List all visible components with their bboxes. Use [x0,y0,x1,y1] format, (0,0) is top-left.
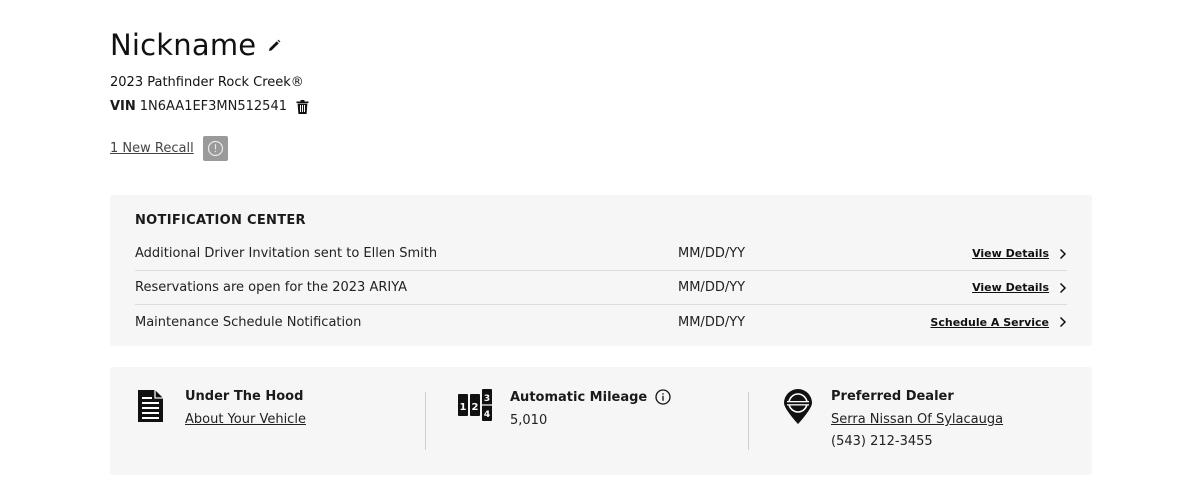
vehicle-info-cards: Under The Hood About Your Vehicle 1 2 3 … [110,367,1092,475]
notification-action[interactable]: View Details [878,281,1067,294]
under-the-hood-card: Under The Hood About Your Vehicle [137,389,306,427]
dealer-name-link[interactable]: Serra Nissan Of Sylacauga [831,412,1003,427]
notification-action[interactable]: Schedule A Service [878,316,1067,329]
dealer-phone: (543) 212-3455 [831,434,933,449]
recall-row: 1 New Recall [110,136,228,161]
view-details-link[interactable]: View Details [972,247,1049,260]
schedule-service-link[interactable]: Schedule A Service [930,316,1049,329]
vin-row: VIN 1N6AA1EF3MN512541 [110,99,309,114]
odometer-digit: 4 [484,410,490,420]
preferred-dealer-text: Preferred Dealer Serra Nissan Of Sylacau… [831,389,1003,449]
preferred-dealer-title: Preferred Dealer [831,389,954,404]
vehicle-model: 2023 Pathfinder Rock Creek® [110,75,304,90]
notification-action[interactable]: View Details [878,247,1067,260]
notification-row: Maintenance Schedule Notification MM/DD/… [135,305,1067,339]
alert-circle-icon[interactable] [202,136,228,161]
chevron-right-icon[interactable] [1059,282,1067,294]
location-pin-icon [783,389,815,425]
vin-value: 1N6AA1EF3MN512541 [139,99,287,114]
vin-label: VIN [110,99,136,114]
recall-link[interactable]: 1 New Recall [110,141,194,156]
notification-date: MM/DD/YY [678,314,746,330]
automatic-mileage-text: Automatic Mileage 5,010 [510,389,671,428]
under-the-hood-text: Under The Hood About Your Vehicle [185,389,306,427]
chevron-right-icon[interactable] [1059,316,1067,328]
notification-date: MM/DD/YY [678,280,746,295]
preferred-dealer-card: Preferred Dealer Serra Nissan Of Sylacau… [783,389,1003,449]
notification-text: Reservations are open for the 2023 ARIYA [135,280,408,295]
automatic-mileage-title-row: Automatic Mileage [510,389,671,405]
document-icon [137,389,169,425]
pencil-icon[interactable] [266,38,282,54]
notification-date: MM/DD/YY [678,246,746,261]
vehicle-nickname: Nickname [110,28,257,62]
automatic-mileage-title: Automatic Mileage [510,389,648,405]
notification-row: Reservations are open for the 2023 ARIYA… [135,271,1067,305]
title-row: Nickname [110,28,309,62]
notification-center-title: NOTIFICATION CENTER [135,213,306,228]
odometer-digit: 3 [484,394,490,404]
odometer-icon: 1 2 3 4 [458,389,494,425]
card-divider [425,392,426,450]
chevron-right-icon[interactable] [1059,248,1067,260]
notification-center: NOTIFICATION CENTER Additional Driver In… [110,195,1092,346]
notification-text: Additional Driver Invitation sent to Ell… [135,246,438,261]
under-the-hood-title: Under The Hood [185,389,304,404]
automatic-mileage-card: 1 2 3 4 Automatic Mileage 5,010 [458,389,671,428]
about-vehicle-link[interactable]: About Your Vehicle [185,412,306,427]
view-details-link[interactable]: View Details [972,281,1049,294]
notification-row: Additional Driver Invitation sent to Ell… [135,237,1067,271]
odometer-digit: 2 [472,402,479,413]
odometer-digit: 1 [460,402,467,413]
notification-text: Maintenance Schedule Notification [135,314,362,330]
card-divider [748,392,749,450]
mileage-value: 5,010 [510,413,548,428]
info-icon[interactable] [655,389,671,405]
vehicle-header: Nickname 2023 Pathfinder Rock Creek® VIN… [110,28,309,114]
trash-icon[interactable] [296,99,309,114]
